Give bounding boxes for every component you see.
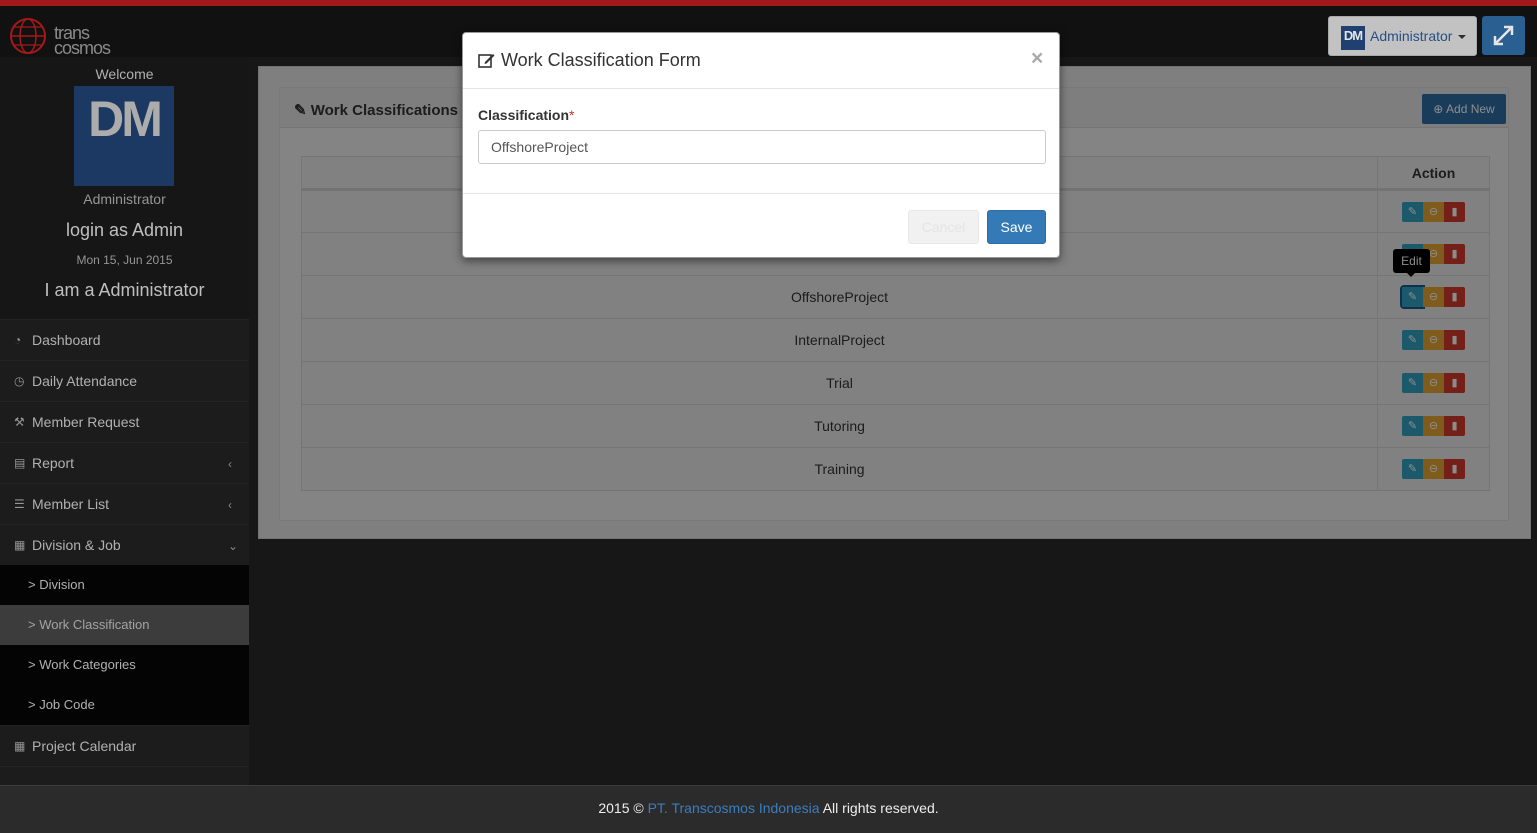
save-button[interactable]: Save <box>987 210 1046 244</box>
classification-input[interactable] <box>478 130 1046 164</box>
modal-header: Work Classification Form × <box>463 33 1059 89</box>
classification-label-text: Classification <box>478 107 570 123</box>
modal-title: Work Classification Form <box>501 50 701 70</box>
modal-backdrop-side <box>0 57 249 785</box>
close-icon[interactable]: × <box>1031 47 1043 71</box>
classification-label: Classification* <box>478 107 574 123</box>
cancel-button[interactable]: Cancel <box>908 210 979 244</box>
work-classification-modal: Work Classification Form × Classificatio… <box>462 32 1060 258</box>
edit-icon <box>478 54 495 68</box>
modal-footer: Cancel Save <box>463 193 1059 257</box>
footer-rights: All rights reserved. <box>822 800 939 816</box>
required-mark: * <box>569 107 575 123</box>
footer: 2015 © PT. Transcosmos Indonesia All rig… <box>0 785 1537 833</box>
footer-copyright: 2015 © <box>598 800 644 816</box>
footer-company-link[interactable]: PT. Transcosmos Indonesia <box>648 800 820 816</box>
